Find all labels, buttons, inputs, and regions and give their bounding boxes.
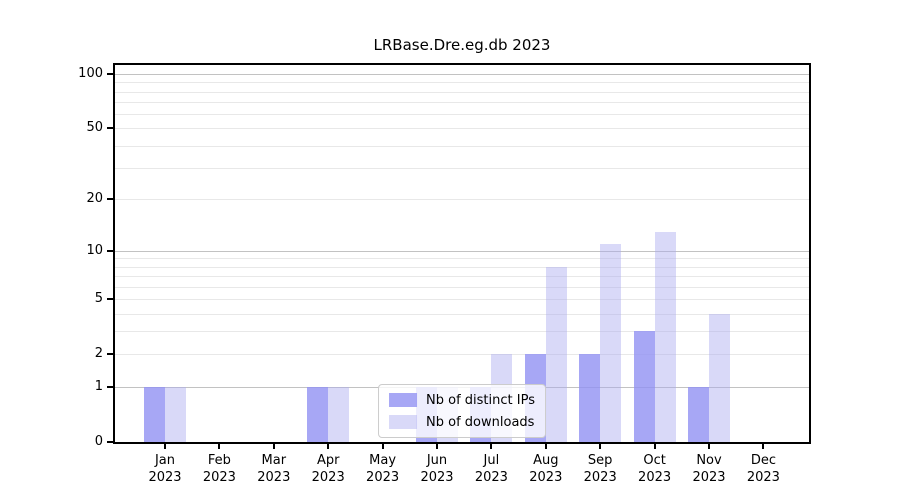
y-tick (107, 73, 113, 75)
x-tick (762, 444, 764, 449)
gridline-minor (115, 102, 809, 103)
legend-item: Nb of downloads (389, 413, 535, 431)
gridline-minor (115, 114, 809, 115)
bar-distinct-ips (579, 354, 600, 442)
gridline-major (115, 251, 809, 252)
x-tick (436, 444, 438, 449)
legend-label: Nb of distinct IPs (426, 393, 535, 408)
x-tick (327, 444, 329, 449)
y-tick-label: 5 (0, 290, 103, 308)
x-tick-label: Dec2023 (723, 452, 803, 486)
legend-label: Nb of downloads (426, 415, 534, 430)
x-tick (273, 444, 275, 449)
bar-distinct-ips (307, 387, 328, 442)
gridline-minor (115, 258, 809, 259)
x-tick (164, 444, 166, 449)
gridline-minor (115, 276, 809, 277)
legend: Nb of distinct IPs Nb of downloads (378, 384, 546, 438)
legend-item: Nb of distinct IPs (389, 391, 535, 409)
x-tick (599, 444, 601, 449)
bar-downloads (655, 232, 676, 443)
x-tick (490, 444, 492, 449)
y-tick (107, 441, 113, 443)
gridline-minor (115, 331, 809, 332)
x-tick (382, 444, 384, 449)
legend-swatch-icon (389, 415, 417, 429)
y-tick-label: 100 (0, 65, 103, 83)
y-tick (107, 386, 113, 388)
bar-distinct-ips (144, 387, 165, 442)
bar-downloads (165, 387, 186, 442)
y-tick-label: 10 (0, 242, 103, 260)
x-tick (654, 444, 656, 449)
bar-downloads (328, 387, 349, 442)
chart-title: LRBase.Dre.eg.db 2023 (113, 36, 811, 54)
gridline-minor (115, 168, 809, 169)
y-tick-label: 1 (0, 378, 103, 396)
plot-area: Nb of distinct IPs Nb of downloads (113, 63, 811, 444)
gridline-minor (115, 299, 809, 300)
bar-distinct-ips (688, 387, 709, 442)
gridline-minor (115, 199, 809, 200)
x-tick-label-year: 2023 (723, 469, 803, 486)
x-tick (545, 444, 547, 449)
y-tick (107, 198, 113, 200)
y-tick-label: 2 (0, 345, 103, 363)
bar-downloads (709, 314, 730, 442)
gridline-minor (115, 314, 809, 315)
bar-distinct-ips (634, 331, 655, 442)
gridline-minor (115, 354, 809, 355)
y-tick (107, 353, 113, 355)
x-tick-label-month: Dec (723, 452, 803, 469)
y-tick (107, 127, 113, 129)
bar-downloads (546, 267, 567, 442)
chart-canvas: LRBase.Dre.eg.db 2023 Nb of distinct IPs… (0, 0, 900, 500)
y-tick-label: 0 (0, 433, 103, 451)
gridline-minor (115, 287, 809, 288)
y-tick-label: 20 (0, 190, 103, 208)
y-tick-label: 50 (0, 119, 103, 137)
legend-swatch-icon (389, 393, 417, 407)
gridline-minor (115, 146, 809, 147)
x-tick (218, 444, 220, 449)
gridline-minor (115, 267, 809, 268)
gridline-minor (115, 128, 809, 129)
y-tick (107, 250, 113, 252)
gridline-minor (115, 92, 809, 93)
gridline-minor (115, 82, 809, 83)
x-tick (708, 444, 710, 449)
y-tick (107, 298, 113, 300)
bar-downloads (600, 244, 621, 442)
gridline-major (115, 74, 809, 75)
